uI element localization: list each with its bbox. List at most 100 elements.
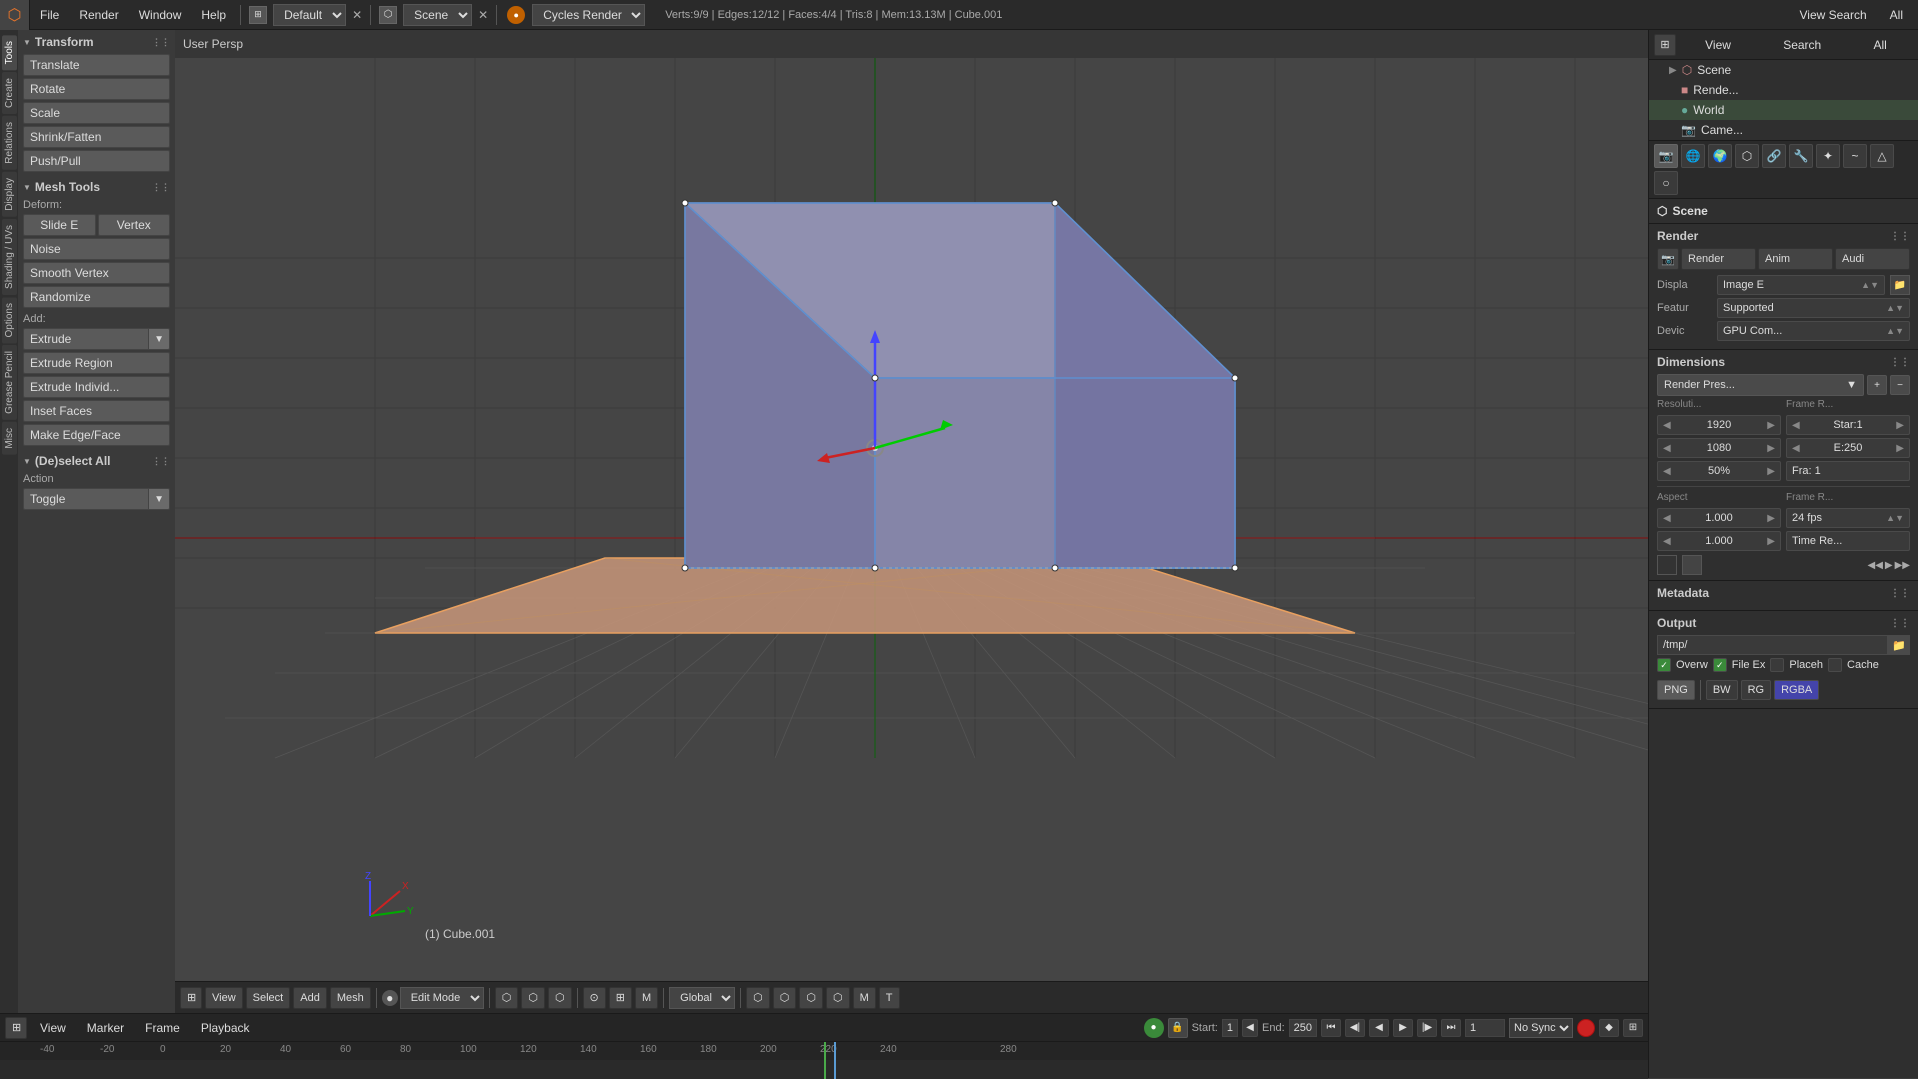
- end-frame-field[interactable]: 250: [1289, 1019, 1317, 1037]
- overlay-btn[interactable]: ⬡: [799, 987, 823, 1009]
- play-backward-btn[interactable]: ◀: [1369, 1019, 1389, 1037]
- vp-mesh-menu[interactable]: Mesh: [330, 987, 371, 1009]
- deselect-options[interactable]: ⋮⋮: [152, 456, 170, 467]
- tab-display[interactable]: Display: [2, 172, 17, 217]
- jump-start-btn[interactable]: ⏮: [1321, 1019, 1341, 1037]
- dimensions-header[interactable]: Dimensions ⋮⋮: [1657, 355, 1910, 369]
- render-section-header[interactable]: Render ⋮⋮: [1657, 229, 1910, 243]
- tab-constraints[interactable]: 🔗: [1762, 144, 1786, 168]
- timeline-body[interactable]: -40 -20 0 20 40 60 80 100 120 140 160 18…: [0, 1042, 1648, 1079]
- menu-window[interactable]: Window: [129, 0, 192, 30]
- mesh-tools-section-header[interactable]: ▼ Mesh Tools ⋮⋮: [23, 180, 170, 194]
- feature-value[interactable]: Supported ▲▼: [1717, 298, 1910, 318]
- display-mode-btn[interactable]: ⬡: [746, 987, 770, 1009]
- tab-world[interactable]: 🌍: [1708, 144, 1732, 168]
- render-tab-render[interactable]: 📷: [1657, 248, 1679, 270]
- vp-icon-btn[interactable]: ⊞: [180, 987, 202, 1009]
- keyframe-btn[interactable]: ◆: [1599, 1019, 1619, 1037]
- tab-options[interactable]: Options: [2, 297, 17, 343]
- play-btn[interactable]: ▶: [1885, 560, 1893, 571]
- orientation-selector[interactable]: Global: [669, 987, 735, 1009]
- push-pull-button[interactable]: Push/Pull: [23, 150, 170, 172]
- display-options-btn[interactable]: 📁: [1890, 275, 1910, 295]
- menu-file[interactable]: File: [30, 0, 69, 30]
- tab-object[interactable]: ⬡: [1735, 144, 1759, 168]
- frame-end-value[interactable]: ◀ E:250 ▶: [1786, 438, 1910, 458]
- play-forward-btn[interactable]: ▶: [1393, 1019, 1413, 1037]
- texture-btn[interactable]: T: [879, 987, 900, 1009]
- rp-view-btn[interactable]: View: [1705, 38, 1731, 52]
- timeline-marker-menu[interactable]: Marker: [79, 1014, 132, 1042]
- overwrite-checkbox[interactable]: ✓: [1657, 658, 1671, 672]
- extrude-individual-button[interactable]: Extrude Individ...: [23, 376, 170, 398]
- tab-scene[interactable]: 🌐: [1681, 144, 1705, 168]
- extrude-region-button[interactable]: Extrude Region: [23, 352, 170, 374]
- output-header[interactable]: Output ⋮⋮: [1657, 616, 1910, 630]
- prev-frame-btn-tl[interactable]: ◀: [1242, 1019, 1258, 1037]
- shrink-fatten-button[interactable]: Shrink/Fatten: [23, 126, 170, 148]
- format-rg-btn[interactable]: RG: [1741, 680, 1772, 700]
- workspace-selector[interactable]: Default: [273, 4, 346, 26]
- format-png-btn[interactable]: PNG: [1657, 680, 1695, 700]
- timeline-lock-btn[interactable]: 🔒: [1168, 1018, 1188, 1038]
- device-value[interactable]: GPU Com... ▲▼: [1717, 321, 1910, 341]
- face-select-btn[interactable]: ⬡: [548, 987, 572, 1009]
- mode-selector[interactable]: Edit Mode: [400, 987, 484, 1009]
- timeline-play-sync-btn[interactable]: ●: [1144, 1018, 1164, 1038]
- aspect-x-value[interactable]: ◀ 1.000 ▶: [1657, 508, 1781, 528]
- render-engine-selector[interactable]: Cycles Render: [532, 4, 645, 26]
- close-scene-btn[interactable]: ✕: [478, 8, 488, 22]
- tab-modifiers[interactable]: 🔧: [1789, 144, 1813, 168]
- tab-tools[interactable]: Tools: [2, 35, 17, 70]
- vert-select-btn[interactable]: ⬡: [495, 987, 519, 1009]
- extrude-dropdown[interactable]: ▼: [148, 328, 170, 350]
- rp-layout-btn[interactable]: ⊞: [1654, 34, 1676, 56]
- toggle-button[interactable]: Toggle: [23, 488, 148, 510]
- tab-grease-pencil[interactable]: Grease Pencil: [2, 345, 17, 420]
- outliner-camera[interactable]: 📷 Came...: [1649, 120, 1918, 140]
- metadata-options[interactable]: ⋮⋮: [1890, 588, 1910, 599]
- swatch-1[interactable]: [1657, 555, 1677, 575]
- timeline-extra-1[interactable]: ⊞: [1623, 1019, 1643, 1037]
- fps-value[interactable]: 24 fps ▲▼: [1786, 508, 1910, 528]
- tab-material[interactable]: ○: [1654, 171, 1678, 195]
- menu-render[interactable]: Render: [69, 0, 128, 30]
- viewport-shading-btn[interactable]: ⬡: [773, 987, 797, 1009]
- toggle-dropdown[interactable]: ▼: [148, 488, 170, 510]
- frame-current-value[interactable]: Fra: 1: [1786, 461, 1910, 481]
- aspect-y-value[interactable]: ◀ 1.000 ▶: [1657, 531, 1781, 551]
- xray-btn[interactable]: ⬡: [826, 987, 850, 1009]
- tab-particles[interactable]: ✦: [1816, 144, 1840, 168]
- timeline-playback-menu[interactable]: Playback: [193, 1014, 258, 1042]
- top-all[interactable]: All: [1880, 0, 1913, 30]
- next-keyframe-btn[interactable]: |▶: [1417, 1019, 1437, 1037]
- format-bw-btn[interactable]: BW: [1706, 680, 1738, 700]
- tab-misc[interactable]: Misc: [2, 422, 17, 455]
- viewport-3d[interactable]: X Y Z (1) Cube.001: [175, 58, 1648, 981]
- output-options[interactable]: ⋮⋮: [1890, 618, 1910, 629]
- tab-render[interactable]: 📷: [1654, 144, 1678, 168]
- rp-search-btn[interactable]: Search: [1783, 38, 1821, 52]
- format-rgba-btn[interactable]: RGBA: [1774, 680, 1819, 700]
- timeline-icon-btn[interactable]: ⊞: [5, 1017, 27, 1039]
- section-options[interactable]: ⋮⋮: [152, 37, 170, 48]
- transform-section-header[interactable]: ▼ Transform ⋮⋮: [23, 35, 170, 49]
- material-btn[interactable]: M: [853, 987, 876, 1009]
- cache-checkbox[interactable]: [1828, 658, 1842, 672]
- scale-button[interactable]: Scale: [23, 102, 170, 124]
- prev-keyframe-btn[interactable]: ◀|: [1345, 1019, 1365, 1037]
- record-btn[interactable]: [1577, 1019, 1595, 1037]
- preset-add-btn[interactable]: +: [1867, 375, 1887, 395]
- workspace-icon[interactable]: ⊞: [249, 6, 267, 24]
- vertex-button[interactable]: Vertex: [98, 214, 171, 236]
- res-x-value[interactable]: ◀ 1920 ▶: [1657, 415, 1781, 435]
- time-remapping-value[interactable]: Time Re...: [1786, 531, 1910, 551]
- timeline-frame-menu[interactable]: Frame: [137, 1014, 188, 1042]
- proportional-btn[interactable]: ⊙: [583, 987, 606, 1009]
- extrude-button[interactable]: Extrude: [23, 328, 148, 350]
- tab-shading[interactable]: Shading / UVs: [2, 219, 17, 295]
- tab-create[interactable]: Create: [2, 72, 17, 114]
- outliner-scene[interactable]: ▶ ⬡ Scene: [1649, 60, 1918, 80]
- edge-select-btn[interactable]: ⬡: [521, 987, 545, 1009]
- tab-relations[interactable]: Relations: [2, 116, 17, 170]
